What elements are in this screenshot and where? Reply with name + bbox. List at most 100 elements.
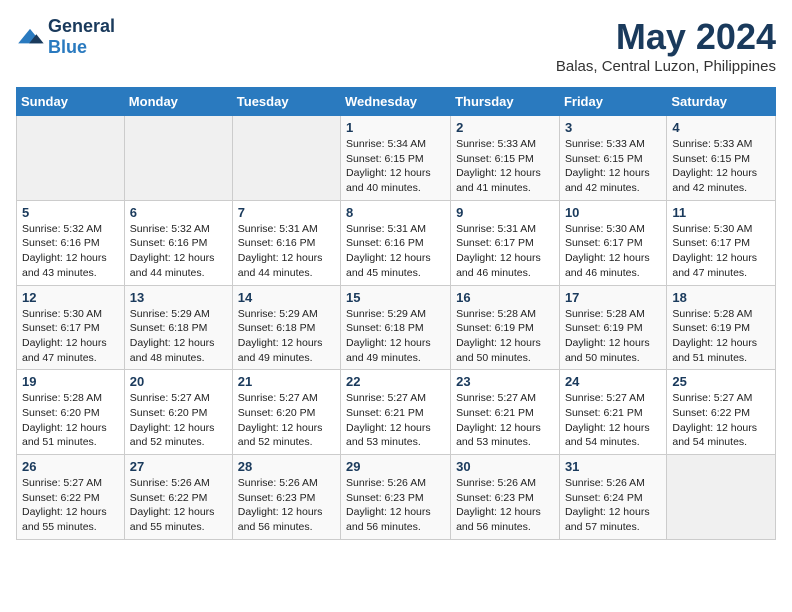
calendar-cell: 18 Sunrise: 5:28 AMSunset: 6:19 PMDayligh… [667, 285, 776, 370]
day-number: 28 [238, 459, 335, 474]
day-info: Sunrise: 5:30 AMSunset: 6:17 PMDaylight:… [565, 222, 661, 281]
day-info: Sunrise: 5:31 AMSunset: 6:16 PMDaylight:… [346, 222, 445, 281]
day-info: Sunrise: 5:29 AMSunset: 6:18 PMDaylight:… [346, 307, 445, 366]
day-number: 11 [672, 205, 770, 220]
day-info: Sunrise: 5:26 AMSunset: 6:22 PMDaylight:… [130, 476, 227, 535]
calendar-cell: 16 Sunrise: 5:28 AMSunset: 6:19 PMDayligh… [451, 285, 560, 370]
title-area: May 2024 Balas, Central Luzon, Philippin… [556, 16, 776, 75]
day-info: Sunrise: 5:26 AMSunset: 6:23 PMDaylight:… [456, 476, 554, 535]
day-number: 1 [346, 120, 445, 135]
calendar-cell [667, 455, 776, 540]
calendar-week-row: 26 Sunrise: 5:27 AMSunset: 6:22 PMDayligh… [17, 455, 776, 540]
day-info: Sunrise: 5:27 AMSunset: 6:21 PMDaylight:… [456, 391, 554, 450]
calendar-cell: 6Sunrise: 5:32 AMSunset: 6:16 PMDaylight… [124, 200, 232, 285]
calendar-cell: 21 Sunrise: 5:27 AMSunset: 6:20 PMDayligh… [232, 370, 340, 455]
calendar-cell: 30 Sunrise: 5:26 AMSunset: 6:23 PMDayligh… [451, 455, 560, 540]
calendar-cell: 23 Sunrise: 5:27 AMSunset: 6:21 PMDayligh… [451, 370, 560, 455]
day-info: Sunrise: 5:27 AMSunset: 6:22 PMDaylight:… [672, 391, 770, 450]
day-number: 2 [456, 120, 554, 135]
day-number: 16 [456, 290, 554, 305]
day-number: 3 [565, 120, 661, 135]
calendar-cell: 15 Sunrise: 5:29 AMSunset: 6:18 PMDayligh… [341, 285, 451, 370]
month-year-title: May 2024 [556, 16, 776, 58]
day-info: Sunrise: 5:26 AMSunset: 6:23 PMDaylight:… [238, 476, 335, 535]
weekday-header: Monday [124, 88, 232, 116]
day-number: 27 [130, 459, 227, 474]
calendar-cell: 2 Sunrise: 5:33 AMSunset: 6:15 PMDaylight… [451, 116, 560, 201]
weekday-header: Tuesday [232, 88, 340, 116]
day-info: Sunrise: 5:27 AMSunset: 6:21 PMDaylight:… [565, 391, 661, 450]
day-number: 29 [346, 459, 445, 474]
day-number: 21 [238, 374, 335, 389]
day-info: Sunrise: 5:27 AMSunset: 6:20 PMDaylight:… [130, 391, 227, 450]
calendar-cell: 12 Sunrise: 5:30 AMSunset: 6:17 PMDayligh… [17, 285, 125, 370]
day-number: 6 [130, 205, 227, 220]
weekday-header: Sunday [17, 88, 125, 116]
calendar-cell: 7 Sunrise: 5:31 AMSunset: 6:16 PMDaylight… [232, 200, 340, 285]
calendar-cell: 26 Sunrise: 5:27 AMSunset: 6:22 PMDayligh… [17, 455, 125, 540]
calendar-cell: 19 Sunrise: 5:28 AMSunset: 6:20 PMDayligh… [17, 370, 125, 455]
day-info: Sunrise: 5:26 AMSunset: 6:24 PMDaylight:… [565, 476, 661, 535]
calendar-cell: 27 Sunrise: 5:26 AMSunset: 6:22 PMDayligh… [124, 455, 232, 540]
day-info: Sunrise: 5:31 AMSunset: 6:16 PMDaylight:… [238, 222, 335, 281]
day-number: 26 [22, 459, 119, 474]
day-number: 23 [456, 374, 554, 389]
day-number: 25 [672, 374, 770, 389]
calendar-cell: 1 Sunrise: 5:34 AMSunset: 6:15 PMDaylight… [341, 116, 451, 201]
day-number: 5 [22, 205, 119, 220]
day-info: Sunrise: 5:27 AMSunset: 6:22 PMDaylight:… [22, 476, 119, 535]
calendar-cell [232, 116, 340, 201]
logo-blue: Blue [48, 37, 115, 58]
calendar-cell: 20 Sunrise: 5:27 AMSunset: 6:20 PMDayligh… [124, 370, 232, 455]
day-number: 9 [456, 205, 554, 220]
day-info: Sunrise: 5:28 AMSunset: 6:19 PMDaylight:… [565, 307, 661, 366]
day-info: Sunrise: 5:26 AMSunset: 6:23 PMDaylight:… [346, 476, 445, 535]
logo: General Blue [16, 16, 115, 58]
day-info: Sunrise: 5:28 AMSunset: 6:19 PMDaylight:… [456, 307, 554, 366]
calendar-cell: 17 Sunrise: 5:28 AMSunset: 6:19 PMDayligh… [559, 285, 666, 370]
day-number: 19 [22, 374, 119, 389]
weekday-header: Thursday [451, 88, 560, 116]
weekday-header: Saturday [667, 88, 776, 116]
logo-general: General [48, 16, 115, 37]
calendar-cell: 22Sunrise: 5:27 AMSunset: 6:21 PMDayligh… [341, 370, 451, 455]
day-number: 22 [346, 374, 445, 389]
day-number: 12 [22, 290, 119, 305]
day-info: Sunrise: 5:33 AMSunset: 6:15 PMDaylight:… [672, 137, 770, 196]
day-info: Sunrise: 5:29 AMSunset: 6:18 PMDaylight:… [238, 307, 335, 366]
location-subtitle: Balas, Central Luzon, Philippines [556, 58, 776, 75]
calendar-cell: 31 Sunrise: 5:26 AMSunset: 6:24 PMDayligh… [559, 455, 666, 540]
calendar-header-row: SundayMondayTuesdayWednesdayThursdayFrid… [17, 88, 776, 116]
day-info: Sunrise: 5:34 AMSunset: 6:15 PMDaylight:… [346, 137, 445, 196]
day-number: 14 [238, 290, 335, 305]
logo-icon [16, 27, 44, 47]
day-info: Sunrise: 5:32 AMSunset: 6:16 PMDaylight:… [22, 222, 119, 281]
day-info: Sunrise: 5:30 AMSunset: 6:17 PMDaylight:… [22, 307, 119, 366]
calendar-week-row: 1 Sunrise: 5:34 AMSunset: 6:15 PMDaylight… [17, 116, 776, 201]
day-info: Sunrise: 5:29 AMSunset: 6:18 PMDaylight:… [130, 307, 227, 366]
day-info: Sunrise: 5:27 AMSunset: 6:20 PMDaylight:… [238, 391, 335, 450]
weekday-header: Friday [559, 88, 666, 116]
day-info: Sunrise: 5:28 AMSunset: 6:19 PMDaylight:… [672, 307, 770, 366]
day-info: Sunrise: 5:28 AMSunset: 6:20 PMDaylight:… [22, 391, 119, 450]
calendar-week-row: 12 Sunrise: 5:30 AMSunset: 6:17 PMDayligh… [17, 285, 776, 370]
day-info: Sunrise: 5:31 AMSunset: 6:17 PMDaylight:… [456, 222, 554, 281]
day-number: 30 [456, 459, 554, 474]
calendar-cell: 28 Sunrise: 5:26 AMSunset: 6:23 PMDayligh… [232, 455, 340, 540]
day-number: 4 [672, 120, 770, 135]
calendar-table: SundayMondayTuesdayWednesdayThursdayFrid… [16, 87, 776, 540]
calendar-week-row: 5 Sunrise: 5:32 AMSunset: 6:16 PMDaylight… [17, 200, 776, 285]
day-info: Sunrise: 5:33 AMSunset: 6:15 PMDaylight:… [565, 137, 661, 196]
day-number: 17 [565, 290, 661, 305]
day-number: 7 [238, 205, 335, 220]
day-info: Sunrise: 5:30 AMSunset: 6:17 PMDaylight:… [672, 222, 770, 281]
day-number: 13 [130, 290, 227, 305]
day-number: 31 [565, 459, 661, 474]
day-number: 20 [130, 374, 227, 389]
day-number: 18 [672, 290, 770, 305]
calendar-cell: 8Sunrise: 5:31 AMSunset: 6:16 PMDaylight… [341, 200, 451, 285]
day-number: 15 [346, 290, 445, 305]
day-info: Sunrise: 5:33 AMSunset: 6:15 PMDaylight:… [456, 137, 554, 196]
calendar-cell: 3 Sunrise: 5:33 AMSunset: 6:15 PMDaylight… [559, 116, 666, 201]
day-number: 24 [565, 374, 661, 389]
